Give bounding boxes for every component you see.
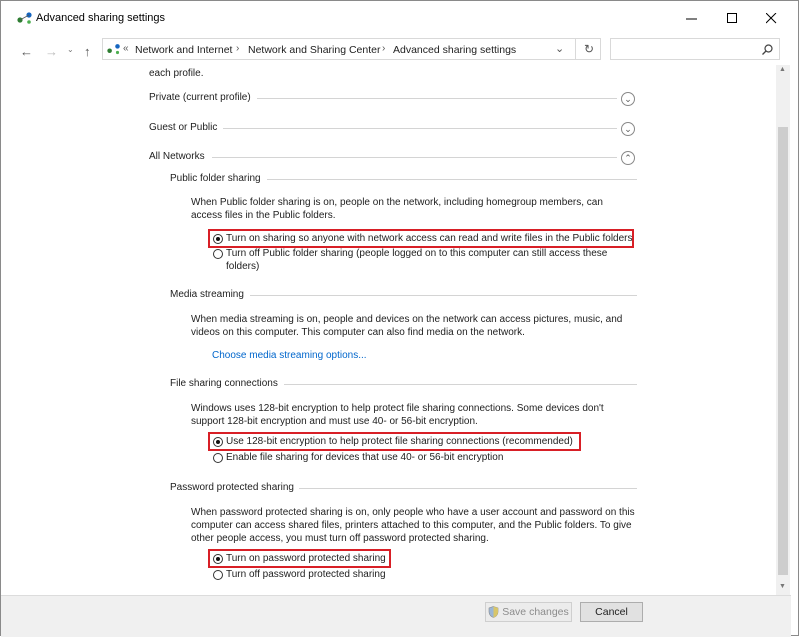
maximize-button[interactable] xyxy=(712,1,752,35)
shield-icon xyxy=(488,606,499,618)
public-sharing-off-radio[interactable] xyxy=(213,249,223,259)
breadcrumb-separator-icon[interactable]: › xyxy=(236,43,239,54)
profile-private-label[interactable]: Private (current profile) xyxy=(149,91,251,104)
minimize-button[interactable] xyxy=(671,1,711,35)
encryption-128-radio[interactable] xyxy=(213,437,223,447)
expand-chevron-icon[interactable]: ⌄ xyxy=(621,92,635,106)
media-streaming-options-link[interactable]: Choose media streaming options... xyxy=(212,349,367,362)
recent-locations-icon[interactable]: ⌄ xyxy=(67,45,74,54)
back-arrow-icon[interactable]: ← xyxy=(20,44,33,59)
profile-all-networks-label[interactable]: All Networks xyxy=(149,150,205,163)
up-arrow-icon[interactable]: ↑ xyxy=(84,44,91,59)
intro-text: each profile. xyxy=(149,68,204,79)
divider xyxy=(299,488,637,489)
encryption-128-label[interactable]: Use 128-bit encryption to help protect f… xyxy=(226,435,573,448)
divider xyxy=(212,157,617,158)
scroll-down-icon[interactable]: ▼ xyxy=(779,583,786,590)
breadcrumb-network-internet[interactable]: Network and Internet xyxy=(135,44,232,56)
section-heading: Media streaming xyxy=(170,289,244,300)
save-changes-label: Save changes xyxy=(502,606,569,618)
divider xyxy=(267,179,637,180)
title-bar: Advanced sharing settings xyxy=(1,1,798,35)
description-text: access files in the Public folders. xyxy=(191,210,336,221)
divider xyxy=(223,128,617,129)
breadcrumb-advanced-sharing[interactable]: Advanced sharing settings xyxy=(393,44,516,56)
close-icon xyxy=(765,12,776,23)
cancel-button[interactable]: Cancel xyxy=(580,602,643,622)
forward-arrow-icon[interactable]: → xyxy=(45,44,58,59)
minimize-icon xyxy=(685,18,697,19)
description-text: videos on this computer. This computer c… xyxy=(191,327,525,338)
password-sharing-on-label[interactable]: Turn on password protected sharing xyxy=(226,552,386,565)
divider xyxy=(284,384,637,385)
network-icon xyxy=(17,12,32,24)
description-text: computer can access shared files, printe… xyxy=(191,520,632,531)
public-sharing-on-radio[interactable] xyxy=(213,234,223,244)
password-sharing-on-radio[interactable] xyxy=(213,554,223,564)
expand-chevron-icon[interactable]: ⌄ xyxy=(621,122,635,136)
maximize-icon xyxy=(726,12,737,23)
password-sharing-off-label[interactable]: Turn off password protected sharing xyxy=(226,568,386,581)
window-title: Advanced sharing settings xyxy=(36,12,166,24)
password-sharing-off-radio[interactable] xyxy=(213,570,223,580)
scroll-up-icon[interactable]: ▲ xyxy=(779,66,786,73)
refresh-icon[interactable]: ↻ xyxy=(575,38,602,60)
vertical-scrollbar[interactable]: ▲ ▼ xyxy=(776,65,790,595)
scrollbar-thumb[interactable] xyxy=(778,127,788,575)
cancel-label: Cancel xyxy=(595,606,628,618)
description-text: support 128-bit encryption and must use … xyxy=(191,416,478,427)
description-text: other people access, you must turn off p… xyxy=(191,533,489,544)
description-text: When media streaming is on, people and d… xyxy=(191,314,623,325)
collapse-chevron-icon[interactable]: ⌃ xyxy=(621,151,635,165)
settings-content: each profile. Private (current profile) … xyxy=(1,65,776,595)
section-heading: Public folder sharing xyxy=(170,173,261,184)
search-icon xyxy=(762,44,773,55)
description-text: Windows uses 128-bit encryption to help … xyxy=(191,403,604,414)
encryption-40-56-label[interactable]: Enable file sharing for devices that use… xyxy=(226,451,503,464)
network-icon xyxy=(107,44,120,55)
profile-guest-label[interactable]: Guest or Public xyxy=(149,121,217,134)
description-text: When password protected sharing is on, o… xyxy=(191,507,635,518)
footer-bar: Save changes Cancel xyxy=(1,595,791,637)
description-text: When Public folder sharing is on, people… xyxy=(191,197,603,208)
address-dropdown-icon[interactable]: ⌄ xyxy=(555,42,564,55)
window: Advanced sharing settings ← → ⌄ ↑ « Netw… xyxy=(0,0,799,637)
save-changes-button[interactable]: Save changes xyxy=(485,602,572,622)
divider xyxy=(257,98,617,99)
search-input[interactable] xyxy=(610,38,780,60)
overflow-chevron-icon[interactable]: « xyxy=(123,43,129,54)
public-sharing-on-label[interactable]: Turn on sharing so anyone with network a… xyxy=(226,232,633,245)
encryption-40-56-radio[interactable] xyxy=(213,453,223,463)
breadcrumb-separator-icon[interactable]: › xyxy=(382,43,385,54)
address-bar[interactable]: « Network and Internet › Network and Sha… xyxy=(102,38,601,60)
section-heading: Password protected sharing xyxy=(170,482,294,493)
public-sharing-off-label[interactable]: Turn off Public folder sharing (people l… xyxy=(226,247,607,260)
section-heading: File sharing connections xyxy=(170,378,278,389)
breadcrumb-sharing-center[interactable]: Network and Sharing Center xyxy=(248,44,381,56)
divider xyxy=(250,295,637,296)
public-sharing-off-label-cont[interactable]: folders) xyxy=(226,260,259,273)
close-button[interactable] xyxy=(751,1,791,35)
